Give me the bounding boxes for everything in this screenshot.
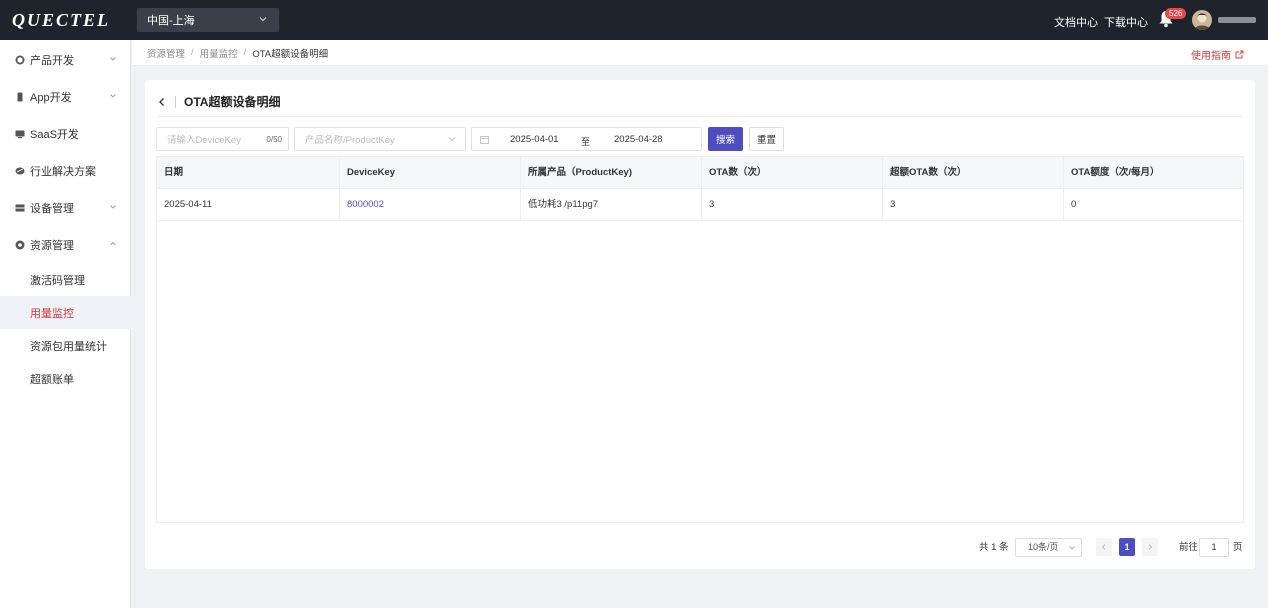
goto-page-input[interactable]: 1 (1199, 538, 1229, 557)
column-header-ota-quota: OTA额度（次/每月） (1071, 167, 1160, 178)
chevron-down-icon (110, 205, 116, 209)
usage-guide-label: 使用指南 (1191, 51, 1231, 62)
sidebar-item-label: 设备管理 (30, 202, 74, 215)
date-range-picker[interactable]: 2025-04-01 至 2025-04-28 (471, 127, 702, 151)
external-link-icon (1235, 50, 1244, 59)
sidebar-subitem-overage-bills[interactable]: 超额账单 (0, 362, 131, 395)
sidebar-subitem-label: 资源包用量统计 (30, 340, 107, 353)
chevron-down-icon (1069, 546, 1075, 550)
title-divider (175, 95, 176, 108)
chevron-right-icon (1148, 544, 1153, 550)
region-label: 中国-上海 (147, 15, 195, 27)
ota-overage-table: 日期 DeviceKey 所属产品（ProductKey) OTA数（次） 超额… (156, 156, 1244, 523)
breadcrumb: 资源管理 / 用量监控 / OTA超额设备明细 使用指南 (132, 40, 1268, 66)
sidebar-subitem-label: 用量监控 (30, 307, 74, 320)
server-icon (15, 204, 25, 211)
cell-product: 低功耗3 /p11pg7 (521, 189, 702, 221)
chevron-down-icon (110, 57, 116, 61)
notification-badge: 526 (1165, 8, 1187, 19)
date-start[interactable]: 2025-04-01 (510, 134, 559, 145)
product-placeholder: 产品名称/ProductKey (305, 135, 395, 146)
chevron-left-icon (1101, 544, 1106, 550)
cell-date: 2025-04-11 (157, 189, 340, 221)
reset-button[interactable]: 重置 (749, 127, 784, 151)
sidebar-item-device-mgmt[interactable]: 设备管理 (0, 189, 131, 226)
download-center-link[interactable]: 下载中心 (1104, 14, 1148, 30)
search-button[interactable]: 搜索 (708, 127, 743, 151)
sidebar-item-app-dev[interactable]: App开发 (0, 78, 131, 115)
username-masked[interactable] (1218, 17, 1256, 23)
next-page-button[interactable] (1142, 538, 1158, 556)
usage-guide-link[interactable]: 使用指南 (1191, 47, 1244, 62)
sidebar-item-label: 产品开发 (30, 54, 74, 67)
sidebar: 产品开发 App开发 SaaS开发 行业解决方案 设备管理 资源管理 激活码管理… (0, 40, 131, 608)
avatar[interactable] (1192, 10, 1212, 30)
sidebar-item-product-dev[interactable]: 产品开发 (0, 41, 131, 78)
devicekey-char-count: 0/50 (266, 134, 282, 144)
page-number-button[interactable]: 1 (1119, 538, 1135, 556)
chevron-down-icon (110, 94, 116, 98)
table-row: 2025-04-11 8000002 低功耗3 /p11pg7 3 3 0 (157, 189, 1243, 221)
date-end[interactable]: 2025-04-28 (614, 134, 663, 145)
doc-center-link[interactable]: 文档中心 (1054, 14, 1098, 30)
layers-icon (15, 167, 25, 174)
sidebar-item-label: 资源管理 (30, 239, 74, 252)
top-bar: QUECTEL 中国-上海 文档中心 下载中心 526 (0, 0, 1268, 40)
page-title: OTA超额设备明细 (184, 95, 281, 109)
pagination-total: 共 1 条 (979, 542, 1009, 553)
sidebar-item-resource-mgmt[interactable]: 资源管理 (0, 226, 131, 263)
prev-page-button[interactable] (1096, 538, 1112, 556)
cell-devicekey-link[interactable]: 8000002 (340, 189, 521, 221)
chevron-down-icon (259, 17, 267, 22)
gear-icon (15, 240, 25, 249)
back-arrow-icon[interactable] (157, 97, 167, 107)
column-header-product: 所属产品（ProductKey) (521, 157, 702, 189)
breadcrumb-current: OTA超额设备明细 (252, 48, 329, 60)
cell-ota-quota: 0 (1071, 199, 1077, 210)
title-divider-line (157, 116, 1243, 117)
sidebar-item-label: 行业解决方案 (30, 165, 96, 178)
page-header: OTA超额设备明细 (157, 93, 280, 110)
page-size-select[interactable]: 10条/页 (1015, 538, 1082, 557)
monitor-icon (15, 130, 25, 138)
cell-ota-count: 3 (702, 189, 883, 221)
main-card: OTA超额设备明细 请输入DeviceKey 0/50 产品名称/Product… (145, 80, 1255, 569)
calendar-icon (480, 136, 489, 144)
cube-icon (15, 55, 25, 64)
column-header-overage-ota-count: 超额OTA数（次） (883, 157, 1064, 189)
page-size-label: 10条/页 (1028, 542, 1059, 552)
breadcrumb-item[interactable]: 资源管理 (147, 46, 185, 60)
sidebar-subitem-label: 超额账单 (30, 373, 74, 386)
sidebar-subitem-usage-monitor[interactable]: 用量监控 (0, 296, 131, 329)
date-range-separator: 至 (581, 137, 591, 147)
user-avatar-icon (1194, 13, 1210, 30)
breadcrumb-separator: / (191, 47, 194, 58)
column-header-ota-count: OTA数（次） (702, 157, 883, 189)
sidebar-subitem-package-usage[interactable]: 资源包用量统计 (0, 329, 131, 362)
breadcrumb-item[interactable]: 用量监控 (200, 46, 238, 60)
chevron-down-icon (448, 137, 456, 142)
column-header-date: 日期 (157, 157, 340, 189)
quectel-logo[interactable]: QUECTEL (12, 10, 110, 31)
region-selector[interactable]: 中国-上海 (137, 8, 279, 32)
devicekey-placeholder: 请输入DeviceKey (167, 135, 241, 146)
sidebar-subitem-label: 激活码管理 (30, 274, 85, 287)
chevron-up-icon (110, 241, 116, 246)
phone-icon (17, 92, 23, 101)
cell-overage-ota-count: 3 (883, 189, 1064, 221)
table-header: 日期 DeviceKey 所属产品（ProductKey) OTA数（次） 超额… (157, 157, 1243, 189)
devicekey-input[interactable]: 请输入DeviceKey 0/50 (156, 127, 289, 151)
sidebar-item-saas-dev[interactable]: SaaS开发 (0, 115, 131, 152)
sidebar-item-label: App开发 (30, 91, 72, 104)
breadcrumb-separator: / (243, 47, 247, 58)
page-unit-label: 页 (1233, 542, 1243, 553)
goto-label: 前往 (1179, 542, 1199, 553)
sidebar-subitem-activation-codes[interactable]: 激活码管理 (0, 263, 131, 296)
sidebar-item-label: SaaS开发 (30, 128, 79, 141)
column-header-devicekey: DeviceKey (340, 157, 521, 189)
product-select[interactable]: 产品名称/ProductKey (294, 127, 466, 151)
sidebar-item-industry-solutions[interactable]: 行业解决方案 (0, 152, 131, 189)
